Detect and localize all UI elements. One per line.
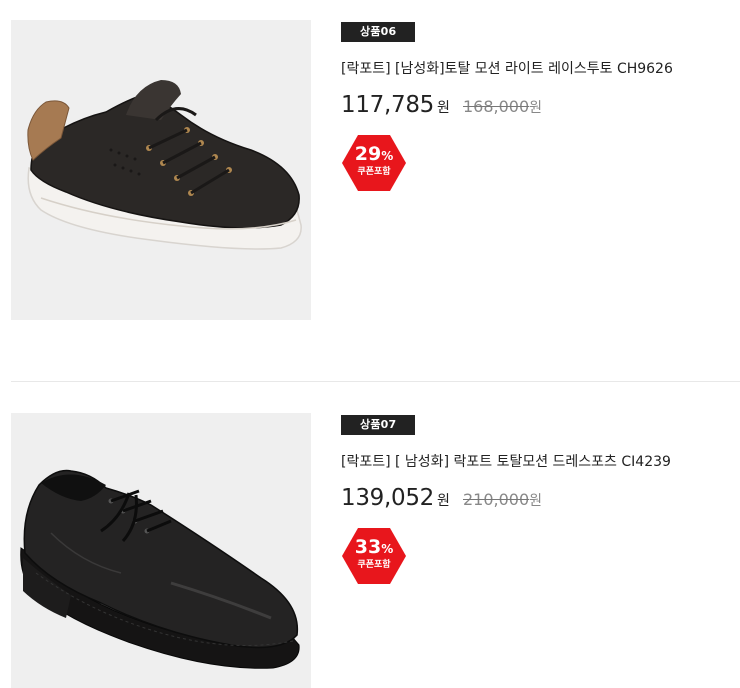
original-currency-label: 원 xyxy=(529,493,543,509)
currency-label: 원 xyxy=(437,493,450,509)
product-card: 상품07 [락포트] [ 남성화] 락포트 토탈모션 드레스포츠 CI4239 … xyxy=(0,395,740,688)
product-tag: 상품07 xyxy=(341,415,416,435)
price-row: 139,052 원 210,000원 xyxy=(341,485,731,515)
product-name[interactable]: [락포트] [ 남성화] 락포트 토탈모션 드레스포츠 CI4239 xyxy=(341,452,731,472)
divider xyxy=(11,381,740,382)
discount-badge: 29% 쿠폰포함 xyxy=(341,134,407,192)
product-tag: 상품06 xyxy=(341,22,416,42)
product-image[interactable] xyxy=(11,20,311,320)
original-price: 168,000원 xyxy=(463,97,542,116)
product-image[interactable] xyxy=(11,413,311,688)
coupon-label: 쿠폰포함 xyxy=(357,167,391,177)
price-row: 117,785 원 168,000원 xyxy=(341,92,731,122)
original-price-value: 210,000 xyxy=(463,490,530,509)
dress-shoe-icon xyxy=(11,413,311,688)
sale-price: 139,052 xyxy=(341,485,435,511)
product-info: 상품07 [락포트] [ 남성화] 락포트 토탈모션 드레스포츠 CI4239 … xyxy=(341,413,731,585)
discount-percent: 33% xyxy=(341,536,407,560)
coupon-label: 쿠폰포함 xyxy=(357,560,391,570)
sale-price: 117,785 xyxy=(341,92,435,118)
sneaker-shoe-icon xyxy=(11,20,311,320)
discount-number: 33 xyxy=(354,536,382,558)
discount-unit: % xyxy=(381,542,394,556)
original-price: 210,000원 xyxy=(463,490,542,509)
discount-unit: % xyxy=(381,149,394,163)
discount-percent: 29% xyxy=(341,143,407,167)
discount-number: 29 xyxy=(354,143,382,165)
original-currency-label: 원 xyxy=(529,100,543,116)
currency-label: 원 xyxy=(437,100,450,116)
discount-badge: 33% 쿠폰포함 xyxy=(341,527,407,585)
product-card: 상품06 [락포트] [남성화]토탈 모션 라이트 레이스투토 CH9626 1… xyxy=(0,0,740,330)
original-price-value: 168,000 xyxy=(463,97,530,116)
product-info: 상품06 [락포트] [남성화]토탈 모션 라이트 레이스투토 CH9626 1… xyxy=(341,20,731,192)
product-name[interactable]: [락포트] [남성화]토탈 모션 라이트 레이스투토 CH9626 xyxy=(341,59,731,79)
